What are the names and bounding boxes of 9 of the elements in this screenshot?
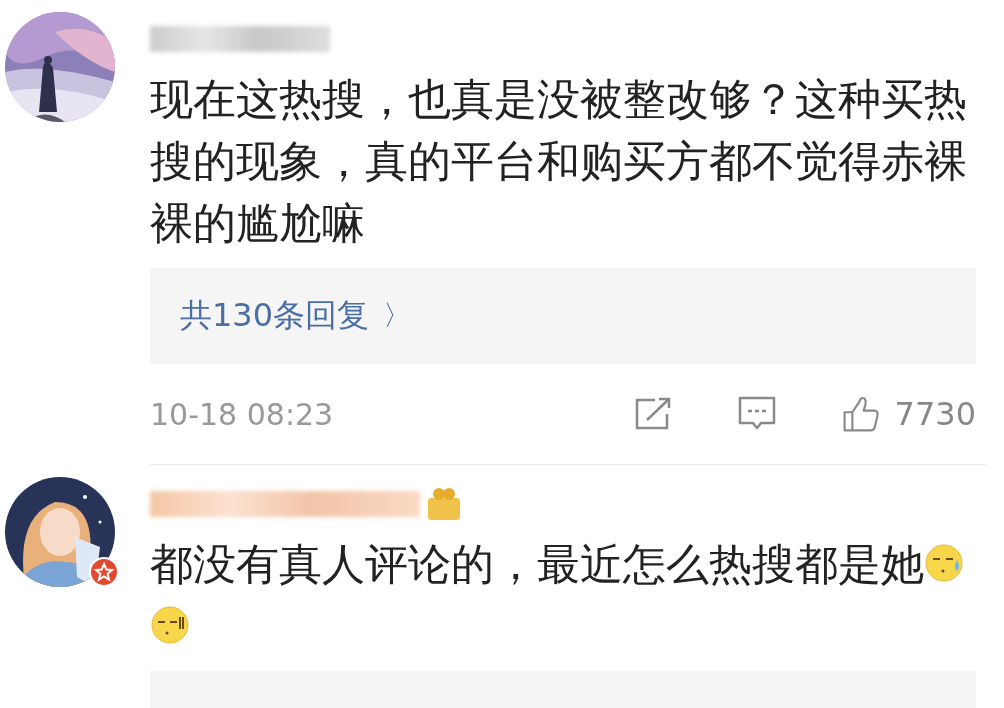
comment-text: 现在这热搜，也真是没被整改够？这种买热搜的现象，真的平台和购买方都不觉得赤裸裸的尴尬嘛 — [150, 74, 967, 248]
replies-link[interactable]: 共130条回复 — [180, 294, 370, 338]
sleepy-face-icon — [150, 605, 190, 645]
sweat-face-icon — [924, 543, 964, 583]
like-count: 7730 — [894, 395, 976, 433]
comment-time: 10-18 08:23 — [150, 396, 334, 432]
comment-text: 都没有真人评论的，最近怎么热搜都是她 — [150, 539, 924, 589]
reply-box[interactable]: 共130条回复 〉 — [150, 268, 976, 364]
chevron-icon: 〉 — [383, 297, 412, 335]
